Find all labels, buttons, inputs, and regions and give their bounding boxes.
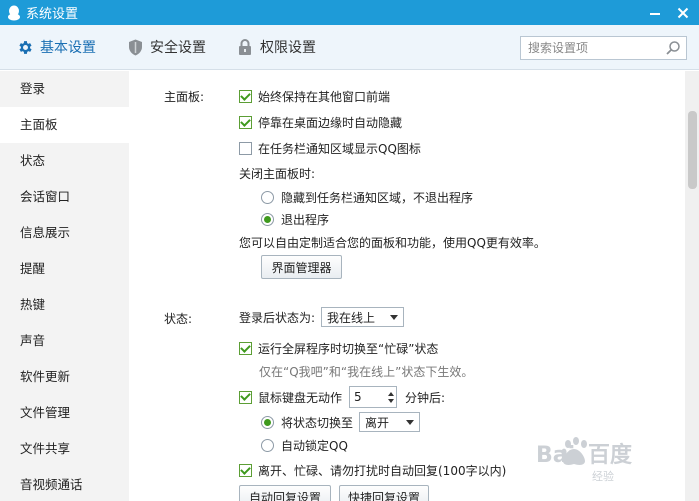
after-login-status-row: 登录后状态为: 我在线上 [239,307,405,327]
auto-lock-radio[interactable] [261,439,274,452]
auto-hide-checkbox[interactable] [239,116,252,129]
sidebar-item-info-display[interactable]: 信息展示 [0,215,129,251]
tab-label: 安全设置 [150,40,206,56]
tray-icon-option[interactable]: 在任务栏通知区域显示QQ图标 [239,140,421,157]
select-value: 我在线上 [327,310,376,325]
option-label: 将状态切换至 [281,415,354,430]
settings-content: 主面板: 始终保持在其他窗口前端 停靠在桌面边缘时自动隐藏 在任务栏通知区域显示… [129,71,685,501]
sidebar-item-reminder[interactable]: 提醒 [0,251,129,287]
auto-reply-checkbox[interactable] [239,464,252,477]
hint-text: 仅在“Q我吧”和“我在线上”状态下生效。 [259,365,474,379]
idle-checkbox[interactable] [239,390,252,404]
lock-icon [236,38,254,56]
option-label: 隐藏到任务栏通知区域，不退出程序 [281,191,474,205]
tab-label: 权限设置 [260,40,316,56]
tab-basic-settings[interactable]: 基本设置 [0,25,110,70]
tray-icon-checkbox[interactable] [239,142,252,155]
option-label: 自动锁定QQ [281,439,348,453]
switch-status-radio[interactable] [261,415,274,429]
sidebar-item-sound[interactable]: 声音 [0,323,129,359]
settings-toolbar: 基本设置 安全设置 权限设置 [0,25,699,70]
chevron-down-icon [387,398,394,403]
tab-label: 基本设置 [40,40,96,56]
section-label-main-panel: 主面板: [164,90,205,104]
minimize-icon [650,12,660,15]
close-exit-radio[interactable] [261,213,274,226]
fullscreen-busy-option[interactable]: 运行全屏程序时切换至“忙碌”状态 [239,340,438,357]
option-label: 您可以自由定制适合您的面板和功能，使用QQ更有效率。 [239,236,546,250]
select-value: 离开 [365,415,390,430]
auto-lock-option[interactable]: 自动锁定QQ [261,437,348,454]
window-title: 系统设置 [26,7,79,22]
close-hide-option[interactable]: 隐藏到任务栏通知区域，不退出程序 [261,189,473,206]
stepper-value: 5 [354,390,362,404]
stepper-arrows[interactable] [384,387,396,407]
section-label-status: 状态: [164,312,193,326]
sidebar-item-hotkeys[interactable]: 热键 [0,287,129,323]
chevron-down-icon [406,419,415,425]
sidebar-item-main-panel[interactable]: 主面板 [0,107,129,143]
sidebar-item-status[interactable]: 状态 [0,143,129,179]
search-icon[interactable] [665,40,681,56]
sidebar-item-file-sharing[interactable]: 文件共享 [0,431,129,467]
close-panel-label: 关闭主面板时: [239,165,315,182]
title-bar: 系统设置 [0,0,699,25]
sidebar-item-login[interactable]: 登录 [0,71,129,107]
chevron-down-icon [390,314,399,320]
switch-status-option: 将状态切换至 离开 [261,412,421,432]
option-label: 停靠在桌面边缘时自动隐藏 [258,116,403,130]
fullscreen-hint: 仅在“Q我吧”和“我在线上”状态下生效。 [259,363,473,380]
option-label: 退出程序 [281,213,330,227]
shield-icon [126,38,144,56]
option-label: 始终保持在其他窗口前端 [258,90,391,104]
minimize-button[interactable] [641,0,669,25]
auto-reply-option[interactable]: 离开、忙碌、请勿打扰时自动回复(100字以内) [239,462,506,479]
close-icon [677,7,689,18]
sidebar-item-chat-window[interactable]: 会话窗口 [0,179,129,215]
sidebar-item-file-management[interactable]: 文件管理 [0,395,129,431]
tab-permission-settings[interactable]: 权限设置 [220,25,330,70]
option-label: 关闭主面板时: [239,167,316,181]
option-label: 在任务栏通知区域显示QQ图标 [258,142,421,156]
quick-reply-settings-button[interactable]: 快捷回复设置 [339,485,429,501]
always-on-top-checkbox[interactable] [239,90,252,103]
chevron-up-icon [387,391,394,396]
close-exit-option[interactable]: 退出程序 [261,211,329,228]
scrollbar-thumb[interactable] [688,111,697,189]
sidebar-item-software-update[interactable]: 软件更新 [0,359,129,395]
always-on-top-option[interactable]: 始终保持在其他窗口前端 [239,88,390,105]
tab-security-settings[interactable]: 安全设置 [110,25,220,70]
search-input[interactable] [528,41,663,55]
qq-penguin-icon [6,5,22,21]
idle-suffix-label: 分钟后: [405,390,446,405]
option-label: 离开、忙碌、请勿打扰时自动回复(100字以内) [258,464,507,478]
idle-option: 鼠标键盘无动作 5 分钟后: [239,386,445,408]
option-label: 鼠标键盘无动作 [258,390,343,405]
idle-minutes-stepper[interactable]: 5 [349,386,398,408]
close-hide-radio[interactable] [261,191,274,204]
sidebar-item-av-calls[interactable]: 音视频通话 [0,467,129,501]
close-button[interactable] [669,0,697,25]
customize-text: 您可以自由定制适合您的面板和功能，使用QQ更有效率。 [239,234,546,251]
gear-icon [16,38,34,56]
settings-sidebar: 登录 主面板 状态 会话窗口 信息展示 提醒 热键 声音 软件更新 文件管理 文… [0,71,129,501]
fullscreen-busy-checkbox[interactable] [239,342,252,355]
auto-hide-option[interactable]: 停靠在桌面边缘时自动隐藏 [239,114,402,131]
after-login-status-select[interactable]: 我在线上 [321,307,405,327]
option-label: 运行全屏程序时切换至“忙碌”状态 [258,342,439,356]
content-scrollbar[interactable] [685,71,699,501]
settings-search [520,36,687,60]
auto-reply-settings-button[interactable]: 自动回复设置 [239,485,331,501]
switch-status-select[interactable]: 离开 [359,412,421,432]
ui-manager-button[interactable]: 界面管理器 [261,255,342,279]
after-login-label: 登录后状态为: [239,310,316,325]
